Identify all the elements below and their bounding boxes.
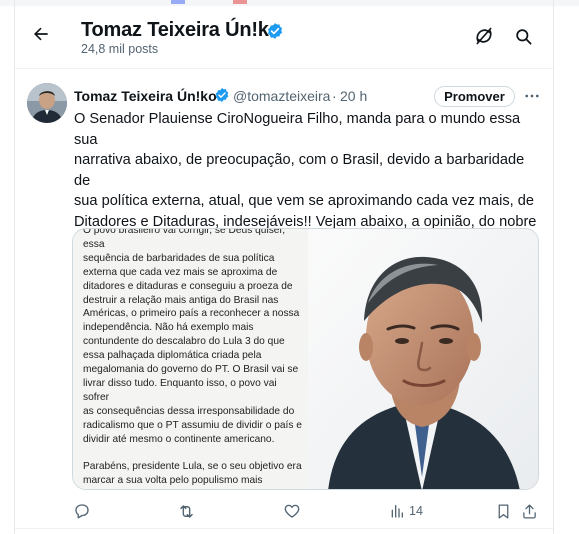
- grok-icon: [476, 27, 492, 45]
- back-button[interactable]: [27, 20, 55, 48]
- tweet-handle[interactable]: @tomazteixeira: [233, 88, 330, 104]
- profile-name: Tomaz Teixeira Ún!ko: [81, 19, 281, 41]
- document-text: O povo brasileiro vai corrigir, se Deus …: [83, 229, 302, 487]
- bookmark-button[interactable]: [495, 500, 512, 522]
- views-count: 14: [409, 504, 423, 518]
- like-button[interactable]: [283, 500, 305, 522]
- tweet-media[interactable]: O povo brasileiro vai corrigir, se Deus …: [72, 228, 539, 490]
- repost-icon: [180, 504, 193, 518]
- views-chart-icon: [391, 505, 403, 518]
- tweet[interactable]: Tomaz Teixeira Ún!ko @tomazteixeira · 20…: [15, 79, 553, 534]
- heart-icon: [284, 504, 300, 518]
- document-image[interactable]: O povo brasileiro vai corrigir, se Deus …: [73, 229, 308, 489]
- promote-button[interactable]: Promover: [434, 86, 515, 107]
- header-divider: [15, 68, 553, 69]
- search-button[interactable]: [510, 23, 536, 49]
- top-mark: [171, 0, 185, 4]
- avatar[interactable]: [27, 83, 67, 123]
- tweet-timestamp[interactable]: 20 h: [340, 88, 367, 104]
- avatar-photo: [27, 83, 67, 123]
- more-options-button[interactable]: [521, 85, 543, 107]
- share-icon: [523, 503, 536, 519]
- tweet-actions: 14: [15, 500, 553, 524]
- arrow-left-icon: [34, 27, 48, 41]
- grok-button[interactable]: [471, 23, 497, 49]
- search-icon: [515, 28, 531, 44]
- top-mark: [233, 0, 247, 4]
- repost-button[interactable]: [177, 500, 200, 522]
- share-button[interactable]: [521, 500, 538, 522]
- column-border-right: [553, 0, 554, 534]
- portrait-image: [308, 229, 538, 489]
- reply-icon: [75, 504, 89, 519]
- verified-badge-icon: [215, 88, 229, 102]
- posts-count: 24,8 mil posts: [81, 42, 159, 56]
- views-button[interactable]: 14: [389, 500, 423, 522]
- more-icon: [525, 94, 539, 98]
- profile-header: Tomaz Teixeira Ún!ko 24,8 mil posts: [15, 6, 553, 68]
- meta-separator: ·: [332, 88, 337, 104]
- tweet-author-name[interactable]: Tomaz Teixeira Ún!ko: [74, 88, 217, 104]
- bookmark-icon: [498, 503, 509, 519]
- verified-badge-icon: [267, 23, 283, 39]
- portrait-photo[interactable]: [308, 229, 538, 489]
- tweet-divider: [15, 528, 553, 529]
- reply-button[interactable]: [73, 500, 95, 522]
